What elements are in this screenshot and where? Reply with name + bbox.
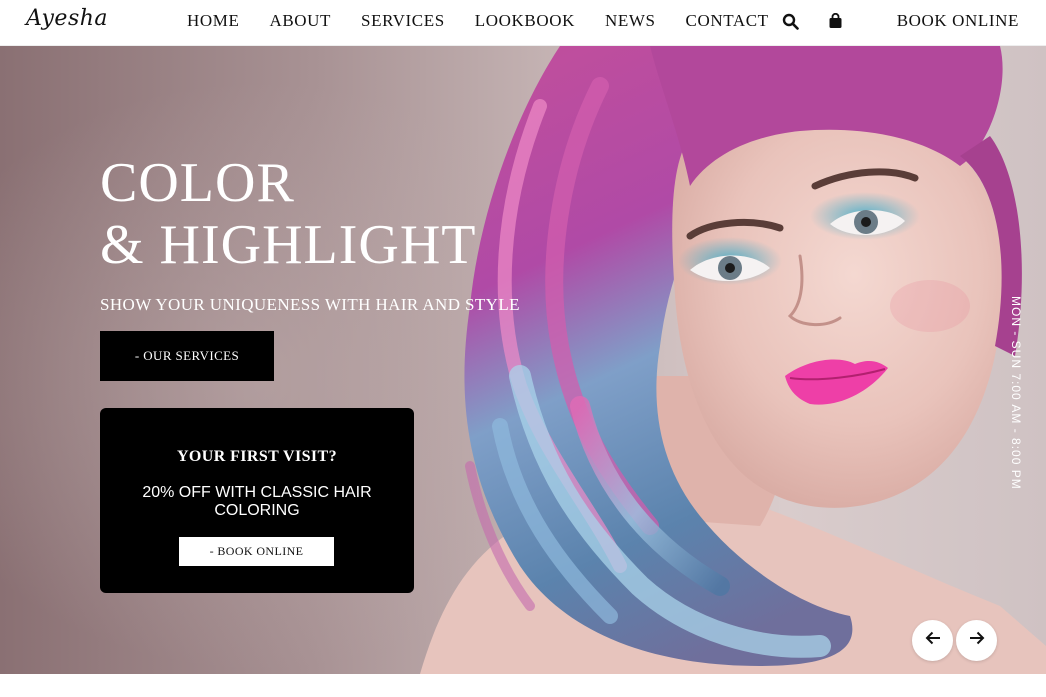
nav-link-home[interactable]: HOME <box>187 11 239 31</box>
brand-logo[interactable]: Ayesha <box>26 6 108 31</box>
nav-link-news[interactable]: NEWS <box>605 11 656 31</box>
arrow-left-icon <box>925 631 941 650</box>
slider-prev-button[interactable] <box>912 620 953 661</box>
hero-section: COLOR & HIGHLIGHT SHOW YOUR UNIQUENESS W… <box>0 46 1046 674</box>
page-bottom-strip <box>0 674 1046 697</box>
opening-hours: MON - SUN 7:00 AM - 8:00 PM <box>1009 296 1023 490</box>
slider-next-button[interactable] <box>956 620 997 661</box>
book-online-nav-link[interactable]: BOOK ONLINE <box>897 11 1019 31</box>
nav-link-lookbook[interactable]: LOOKBOOK <box>475 11 575 31</box>
hero-title-line-1: COLOR <box>100 152 295 214</box>
nav-link-services[interactable]: SERVICES <box>361 11 445 31</box>
promo-heading: YOUR FIRST VISIT? <box>176 448 338 465</box>
nav-link-about[interactable]: ABOUT <box>269 11 331 31</box>
our-services-button[interactable]: - OUR SERVICES <box>100 331 274 381</box>
search-icon[interactable] <box>780 11 800 31</box>
first-visit-promo-card: YOUR FIRST VISIT? 20% OFF WITH CLASSIC H… <box>100 408 414 593</box>
promo-text: 20% OFF WITH CLASSIC HAIR COLORING <box>142 484 372 519</box>
hero-title: COLOR & HIGHLIGHT <box>100 152 476 276</box>
arrow-right-icon <box>969 631 985 650</box>
main-nav: HOME ABOUT SERVICES LOOKBOOK NEWS CONTAC… <box>187 11 769 31</box>
hero-subtitle: SHOW YOUR UNIQUENESS WITH HAIR AND STYLE <box>100 295 520 314</box>
nav-link-contact[interactable]: CONTACT <box>686 11 769 31</box>
hero-title-line-2: & HIGHLIGHT <box>100 214 477 276</box>
shopping-bag-icon[interactable] <box>825 11 845 31</box>
promo-book-online-button[interactable]: - BOOK ONLINE <box>179 537 334 566</box>
top-navbar: Ayesha HOME ABOUT SERVICES LOOKBOOK NEWS… <box>0 0 1046 46</box>
